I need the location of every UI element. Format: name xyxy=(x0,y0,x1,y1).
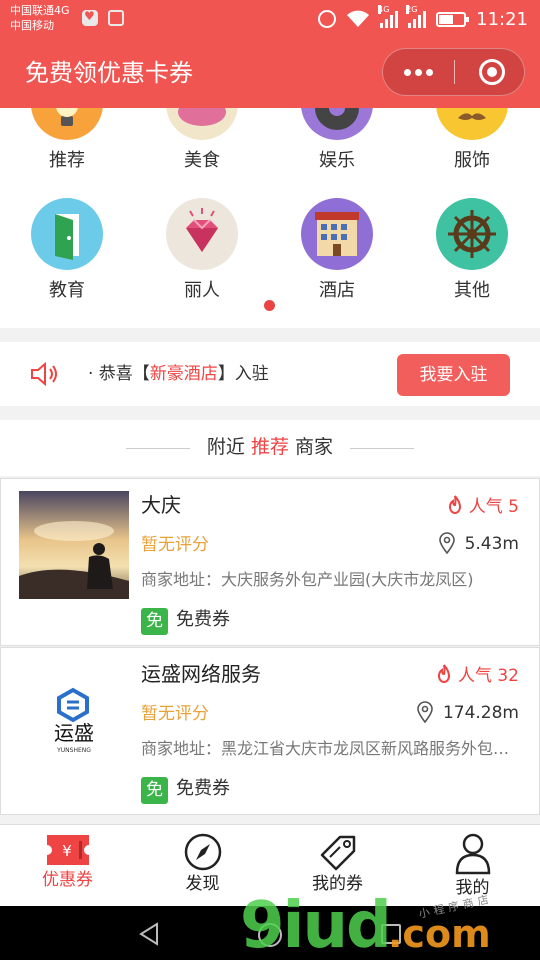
category-hotel[interactable]: 酒店 xyxy=(282,198,392,302)
merchant-photo xyxy=(19,491,129,599)
free-badge: 免 xyxy=(141,777,168,804)
capsule-divider xyxy=(454,60,455,84)
more-button[interactable] xyxy=(383,49,454,95)
svg-text:¥: ¥ xyxy=(62,842,72,860)
close-miniprogram-button[interactable] xyxy=(479,59,505,85)
merchant-card[interactable]: 大庆 人气 5 暂无评分 5.43m 商家地址：大庆服务外包产业园(大庆市龙凤区… xyxy=(0,478,540,646)
free-badge: 免 xyxy=(141,608,168,635)
coupon-tag: 免免费券 xyxy=(141,776,230,804)
notice-text: · 恭喜【新豪酒店】入驻 xyxy=(88,364,269,384)
page-title: 免费领优惠卡券 xyxy=(25,59,193,87)
category-label: 推荐 xyxy=(49,150,85,171)
merchant-logo: 运盛 YUNSHENG xyxy=(19,660,129,768)
compass-icon xyxy=(184,833,221,871)
health-app-icon xyxy=(82,9,98,26)
category-beauty[interactable]: 丽人 xyxy=(147,198,257,302)
tag-icon xyxy=(320,835,355,871)
category-label: 丽人 xyxy=(184,280,220,301)
merchant-card[interactable]: 运盛 YUNSHENG 运盛网络服务 人气 32 暂无评分 174.28m 商家… xyxy=(0,647,540,815)
alarm-icon xyxy=(318,10,337,28)
category-entertainment[interactable]: 娱乐 xyxy=(282,108,392,172)
flame-icon xyxy=(448,495,461,514)
watermark-logo: 9iud xyxy=(240,889,392,960)
tab-label: 优惠券 xyxy=(42,870,93,890)
status-bar: 中国联通4G 中国移动 4G 2G 11:21 xyxy=(0,0,540,38)
category-label: 教育 xyxy=(49,280,85,301)
swiper-indicator-dot xyxy=(264,300,275,311)
disc-icon xyxy=(301,108,373,140)
category-other[interactable]: 其他 xyxy=(417,198,527,302)
location-pin-icon xyxy=(417,701,433,723)
category-recommend[interactable]: 推荐 xyxy=(12,108,122,172)
category-label: 酒店 xyxy=(319,280,355,301)
category-apparel[interactable]: 服饰 xyxy=(417,108,527,172)
battery-icon xyxy=(436,11,470,27)
signal-1-icon: 4G xyxy=(378,5,399,28)
mustache-icon xyxy=(436,108,508,140)
coupon-tag: 免免费券 xyxy=(141,607,230,635)
flame-icon xyxy=(437,664,450,683)
section-title: 附近 推荐 商家 xyxy=(206,436,334,458)
popularity: 人气 5 xyxy=(447,495,519,519)
carrier-info: 中国联通4G 中国移动 xyxy=(10,3,70,33)
category-label: 娱乐 xyxy=(319,150,355,171)
carrier-2: 中国移动 xyxy=(10,19,54,32)
join-button[interactable]: 我要入驻 xyxy=(397,354,510,396)
clock: 11:21 xyxy=(476,8,528,30)
merchant-address: 商家地址：黑龙江省大庆市龙凤区新风路服务外包产业园 xyxy=(141,739,521,758)
category-label: 其他 xyxy=(454,280,490,301)
distance: 5.43m xyxy=(438,531,519,557)
category-label: 美食 xyxy=(184,150,220,171)
distance: 174.28m xyxy=(417,700,519,726)
notice-bar: · 恭喜【新豪酒店】入驻 我要入驻 xyxy=(0,342,540,406)
hotel-building-icon xyxy=(301,198,373,270)
gallery-app-icon xyxy=(108,10,124,26)
merchant-address: 商家地址：大庆服务外包产业园(大庆市龙凤区) xyxy=(141,570,474,589)
signal-2-icon: 2G xyxy=(406,5,427,28)
popularity: 人气 32 xyxy=(436,664,519,688)
lightbulb-icon xyxy=(31,108,103,140)
tab-coupons[interactable]: ¥ 优惠券 xyxy=(0,825,135,907)
carrier-1: 中国联通4G xyxy=(10,4,70,17)
donut-icon xyxy=(166,108,238,140)
status-icons: 4G 2G 11:21 xyxy=(318,5,528,31)
location-pin-icon xyxy=(438,532,455,554)
svg-text:运盛: 运盛 xyxy=(54,721,94,745)
door-icon xyxy=(31,198,103,270)
speaker-icon xyxy=(31,362,57,386)
ticket-icon: ¥ xyxy=(46,835,89,865)
svg-text:YUNSHENG: YUNSHENG xyxy=(56,747,91,754)
ship-wheel-icon xyxy=(436,198,508,270)
nav-bar: 免费领优惠卡券 xyxy=(0,38,540,108)
category-grid: 推荐 美食 娱乐 服饰 教育 丽人 酒店 其他 xyxy=(0,108,540,328)
miniprogram-capsule xyxy=(382,48,525,96)
nearby-section-header: 附近 推荐 商家 xyxy=(0,420,540,476)
merchant-name: 运盛网络服务 xyxy=(141,662,261,686)
rating: 暂无评分 xyxy=(141,535,209,555)
user-icon xyxy=(455,833,490,875)
rating: 暂无评分 xyxy=(141,704,209,724)
divider-right xyxy=(350,448,414,449)
category-food[interactable]: 美食 xyxy=(147,108,257,172)
back-icon[interactable] xyxy=(137,922,161,946)
merchant-name: 大庆 xyxy=(141,493,181,517)
notice-merchant-link[interactable]: 新豪酒店 xyxy=(150,364,218,384)
watermark-suffix: .com xyxy=(388,912,491,956)
diamond-icon xyxy=(166,198,238,270)
category-education[interactable]: 教育 xyxy=(12,198,122,302)
category-label: 服饰 xyxy=(454,150,490,171)
wifi-icon xyxy=(347,10,370,27)
